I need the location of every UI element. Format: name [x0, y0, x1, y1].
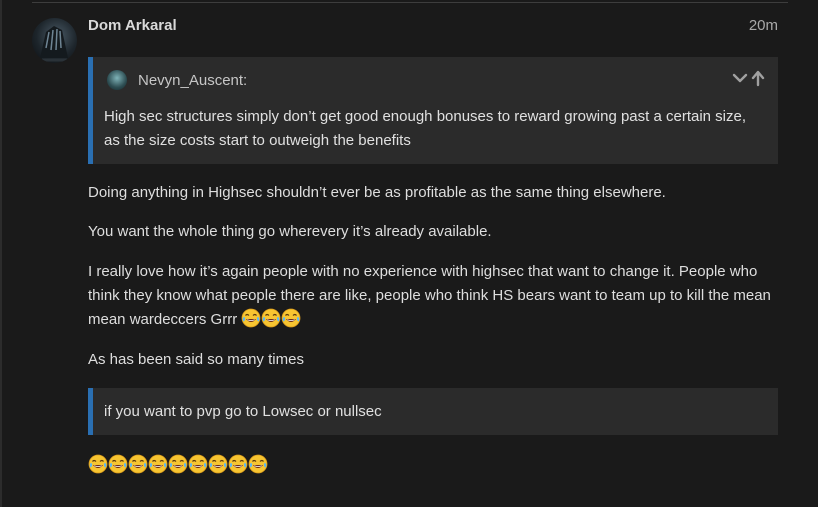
joy-icon: [248, 454, 268, 474]
quote2-text: if you want to pvp go to Lowsec or nulls…: [104, 403, 382, 420]
quote-block-2: if you want to pvp go to Lowsec or nulls…: [88, 388, 778, 435]
joy-icon: [261, 308, 281, 328]
joy-icon: [281, 308, 301, 328]
joy-icon: [168, 454, 188, 474]
quote-controls: [732, 69, 766, 87]
forum-post: Dom Arkaral 20m Nevyn_Auscent: High sec …: [0, 0, 818, 507]
joy-icon: [208, 454, 228, 474]
joy-icon: [241, 308, 261, 328]
author-name[interactable]: Dom Arkaral: [88, 17, 177, 34]
post-timestamp[interactable]: 20m: [749, 17, 778, 34]
quote-username[interactable]: Nevyn_Auscent:: [138, 72, 247, 89]
inline-emoji-group: [241, 308, 301, 328]
post-paragraph: As has been said so many times: [88, 351, 304, 368]
post-paragraph: Doing anything in Highsec shouldn’t ever…: [88, 184, 666, 201]
arrow-up-icon[interactable]: [750, 69, 766, 87]
joy-icon: [108, 454, 128, 474]
avatar[interactable]: [32, 18, 77, 63]
quote-avatar[interactable]: [107, 70, 127, 90]
joy-icon: [148, 454, 168, 474]
joy-icon: [88, 454, 108, 474]
chevron-down-icon[interactable]: [732, 69, 748, 87]
top-divider: [32, 2, 788, 3]
joy-icon: [228, 454, 248, 474]
emoji-row: [88, 454, 268, 474]
joy-icon: [188, 454, 208, 474]
quote-text: High sec structures simply don’t get goo…: [104, 108, 747, 149]
joy-icon: [128, 454, 148, 474]
post-paragraph-with-emoji: I really love how it’s again people with…: [88, 260, 778, 332]
quote-header: Nevyn_Auscent:: [107, 70, 247, 90]
left-divider: [0, 0, 2, 507]
quote-block: Nevyn_Auscent: High sec structures simpl…: [88, 57, 778, 164]
post-paragraph: You want the whole thing go wherevery it…: [88, 223, 492, 240]
post-paragraph-text: I really love how it’s again people with…: [88, 263, 771, 328]
